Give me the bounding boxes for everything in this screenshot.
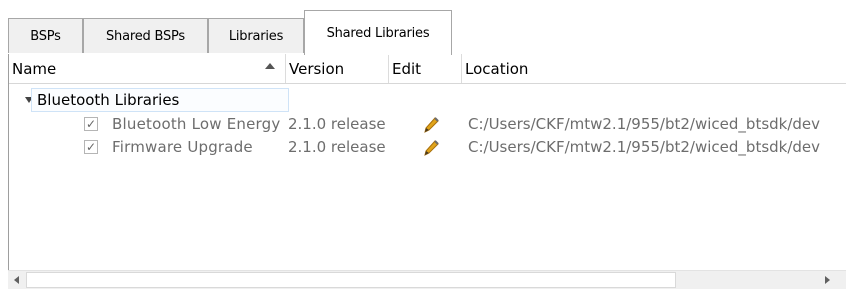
column-header-edit[interactable]: Edit [389, 54, 462, 83]
library-name: Firmware Upgrade [112, 138, 253, 156]
library-checkbox[interactable]: ✓ [84, 140, 98, 154]
group-label: Bluetooth Libraries [37, 91, 180, 109]
scrollbar-thumb[interactable] [26, 272, 676, 288]
tab-shared-libraries[interactable]: Shared Libraries [304, 10, 452, 55]
column-header-location-label: Location [465, 59, 529, 78]
library-name: Bluetooth Low Energy [112, 115, 281, 133]
table-row[interactable]: ✓ Firmware Upgrade 2.1.0 release C:/User… [9, 137, 846, 159]
library-version: 2.1.0 release [288, 115, 386, 133]
table-header: Name Version Edit Location [9, 54, 846, 84]
libraries-table: Name Version Edit Location Bluetooth Lib… [8, 54, 846, 289]
column-header-edit-label: Edit [392, 59, 422, 78]
library-location: C:/Users/CKF/mtw2.1/955/bt2/wiced_btsdk/… [468, 115, 821, 133]
arrow-right-icon [825, 276, 830, 284]
tab-shared-bsps[interactable]: Shared BSPs [83, 18, 208, 53]
pencil-icon[interactable] [421, 138, 441, 158]
library-location: C:/Users/CKF/mtw2.1/955/bt2/wiced_btsdk/… [468, 138, 821, 156]
column-header-version[interactable]: Version [286, 54, 389, 83]
column-header-location[interactable]: Location [462, 54, 846, 83]
column-header-name[interactable]: Name [9, 54, 286, 83]
table-row[interactable]: ✓ Bluetooth Low Energy 2.1.0 release C:/… [9, 114, 846, 136]
column-header-version-label: Version [289, 59, 345, 78]
scroll-left-button[interactable] [8, 271, 25, 289]
scroll-right-button[interactable] [819, 271, 836, 289]
column-header-name-label: Name [12, 59, 57, 78]
library-version: 2.1.0 release [288, 138, 386, 156]
tab-libraries[interactable]: Libraries [208, 18, 304, 53]
tab-bsps[interactable]: BSPs [8, 18, 83, 53]
library-checkbox[interactable]: ✓ [84, 117, 98, 131]
sort-ascending-icon [265, 63, 275, 69]
pencil-icon[interactable] [421, 115, 441, 135]
horizontal-scrollbar[interactable] [8, 270, 846, 289]
arrow-left-icon [14, 276, 19, 284]
group-row-bluetooth-libraries[interactable]: Bluetooth Libraries [9, 88, 846, 112]
tab-bar: BSPs Shared BSPs Libraries Shared Librar… [8, 10, 846, 55]
